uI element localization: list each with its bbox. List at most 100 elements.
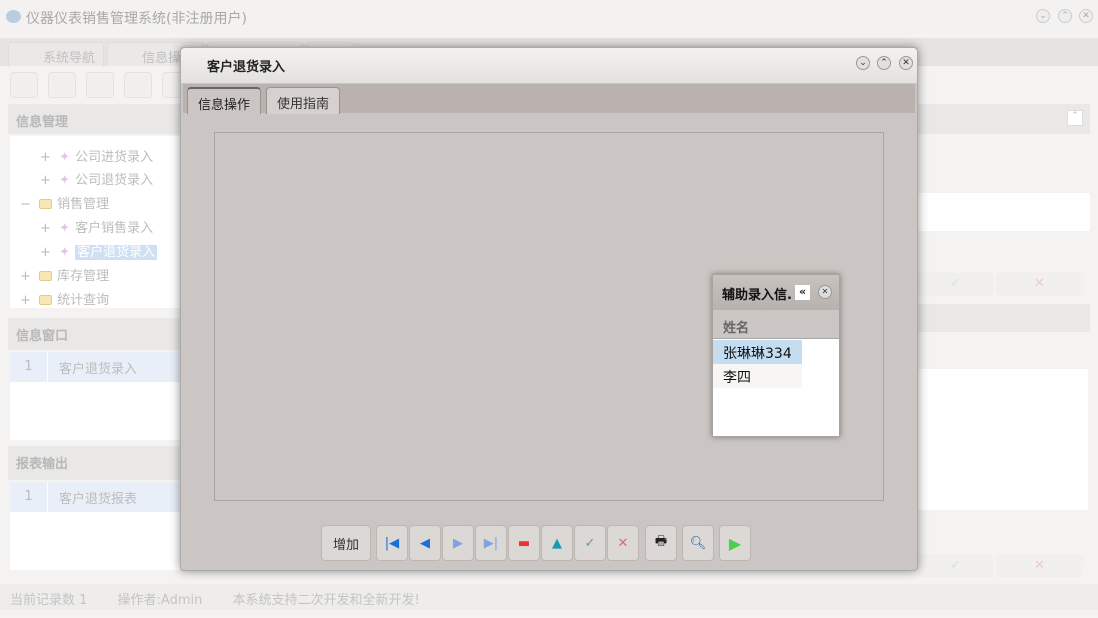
item-label: 张琳琳334	[723, 346, 792, 362]
bg-grid-2	[918, 369, 1088, 510]
row-number: 1	[10, 482, 48, 512]
magnifier-icon: 🔍︎	[689, 535, 707, 551]
collapse-icon[interactable]: ⌃	[1067, 110, 1083, 126]
folder-icon	[39, 295, 53, 305]
last-icon: ▶|	[483, 535, 499, 551]
bg-grid-1	[918, 193, 1090, 231]
close-icon[interactable]: ✕	[1079, 9, 1093, 23]
print-button[interactable]: 🖶	[645, 525, 677, 561]
tab-info-ops[interactable]: 信息操作	[187, 87, 262, 114]
up-arrow-icon: ▲	[552, 535, 562, 551]
cancel-button[interactable]: ✕	[607, 525, 639, 561]
check-icon: ✓	[584, 535, 596, 551]
node-label: 公司退货录入	[75, 173, 154, 188]
tree-node-selected[interactable]: + ✦ 客户退货录入	[40, 241, 158, 260]
play-icon: ▶	[728, 533, 742, 553]
maximize-icon[interactable]: ⌃	[1058, 9, 1072, 23]
add-button[interactable]: 增加	[321, 525, 371, 561]
folder-icon	[39, 199, 53, 209]
user-tool-button[interactable]	[124, 72, 152, 98]
add-label: 增加	[332, 537, 359, 553]
tab-label: 信息操	[142, 51, 182, 66]
run-button[interactable]: ▶	[719, 525, 751, 561]
tree-node[interactable]: + 统计查询	[20, 289, 109, 308]
dialog-close-icon[interactable]: ✕	[899, 56, 913, 70]
column-header-name[interactable]: 姓名	[713, 310, 839, 339]
tree-node[interactable]: + ✦ 客户销售录入	[40, 217, 153, 236]
first-icon: |◀	[384, 535, 400, 551]
dialog-titlebar[interactable]: 客户退货录入 ⌄ ⌃ ✕	[181, 48, 917, 83]
cross-icon: ✕	[617, 535, 629, 551]
bg-confirm-button[interactable]: ✓	[918, 555, 993, 577]
first-record-button[interactable]: |◀	[376, 525, 408, 561]
bg-header-2	[918, 304, 1090, 332]
report-header: 报表输出	[8, 446, 180, 480]
nav-tree: + ✦ 公司进货录入 + ✦ 公司退货录入 − 销售管理 + ✦ 客户销售录入 + ✦…	[10, 136, 180, 308]
tree-node[interactable]: − 销售管理	[20, 193, 109, 212]
tab-label: 使用指南	[277, 97, 330, 112]
app-title: 仪器仪表销售管理系统(非注册用户)	[26, 11, 247, 27]
minus-icon: ▬	[517, 535, 531, 551]
node-label: 客户退货录入	[75, 245, 158, 260]
tree-node[interactable]: + ✦ 公司退货录入	[40, 169, 153, 188]
document-tool-button[interactable]	[86, 72, 114, 98]
folder-icon	[39, 271, 53, 281]
status-note: 本系统支持二次开发和全新开发!	[232, 593, 420, 608]
operator: 操作者:Admin	[117, 593, 203, 608]
row-number: 1	[10, 352, 48, 382]
table-row[interactable]: 1 客户退货报表	[10, 482, 180, 512]
row-text: 客户退货录入	[59, 361, 138, 377]
wand-icon: ✦	[59, 221, 71, 236]
dialog-tab-strip: 信息操作 使用指南	[183, 84, 915, 114]
bg-cancel-button[interactable]: ✕	[996, 555, 1083, 577]
dialog-minimize-icon[interactable]: ⌄	[856, 56, 870, 70]
info-window-header: 信息窗口	[8, 318, 180, 350]
next-icon: ▶	[453, 535, 463, 551]
tree-node[interactable]: + ✦ 公司进货录入	[40, 146, 153, 165]
app-logo-icon	[6, 10, 21, 23]
list-tool-button[interactable]	[48, 72, 76, 98]
wand-icon: ✦	[59, 245, 71, 260]
node-label: 销售管理	[57, 197, 110, 212]
collapse-left-icon[interactable]: «	[795, 285, 810, 300]
minimize-icon[interactable]: ⌄	[1036, 9, 1050, 23]
prev-record-button[interactable]: ◀	[409, 525, 441, 561]
tab-label: 系统导航	[43, 51, 96, 66]
delete-button[interactable]: ▬	[508, 525, 540, 561]
app-titlebar: 仪器仪表销售管理系统(非注册用户) ⌄ ⌃ ✕	[0, 0, 1098, 34]
node-label: 公司进货录入	[75, 150, 154, 165]
table-row[interactable]: 1 客户退货录入	[10, 352, 180, 382]
record-count: 当前记录数 1	[10, 593, 88, 608]
node-label: 库存管理	[57, 269, 110, 284]
popup-close-icon[interactable]: ✕	[818, 285, 832, 299]
panel-title: 信息窗口	[16, 329, 69, 344]
tree-node[interactable]: + 库存管理	[20, 265, 109, 284]
dialog-maximize-icon[interactable]: ⌃	[877, 56, 891, 70]
tab-label: 信息操作	[198, 98, 251, 113]
report-grid: 1 客户退货报表	[10, 482, 180, 570]
expander[interactable]: −	[20, 197, 31, 212]
node-label: 客户销售录入	[75, 221, 154, 236]
bg-cancel-button[interactable]: ✕	[996, 273, 1083, 295]
panel-title: 报表输出	[16, 457, 69, 472]
list-item[interactable]: 李四	[713, 364, 802, 388]
bg-confirm-button[interactable]: ✓	[918, 273, 993, 295]
tab-system-nav[interactable]: 系统导航	[8, 42, 104, 66]
panel-title: 信息管理	[16, 115, 69, 130]
wand-icon: ✦	[59, 173, 71, 188]
tab-guide[interactable]: 使用指南	[266, 87, 341, 114]
last-record-button[interactable]: ▶|	[475, 525, 507, 561]
confirm-button[interactable]: ✓	[574, 525, 606, 561]
wand-icon: ✦	[59, 150, 71, 165]
node-label: 统计查询	[57, 293, 110, 308]
row-text: 客户退货报表	[59, 491, 138, 507]
edit-button[interactable]: ▲	[541, 525, 573, 561]
search-tool-button[interactable]	[10, 72, 38, 98]
info-window-grid: 1 客户退货录入	[10, 352, 180, 440]
list-item[interactable]: 张琳琳334	[713, 340, 802, 364]
next-record-button[interactable]: ▶	[442, 525, 474, 561]
item-label: 李四	[723, 370, 751, 386]
lookup-popup: 辅助录入信. « ✕ 姓名 张琳琳334 李四	[712, 274, 840, 437]
status-bar: 当前记录数 1 操作者:Admin 本系统支持二次开发和全新开发!	[0, 584, 1098, 610]
preview-button[interactable]: 🔍︎	[682, 525, 714, 561]
